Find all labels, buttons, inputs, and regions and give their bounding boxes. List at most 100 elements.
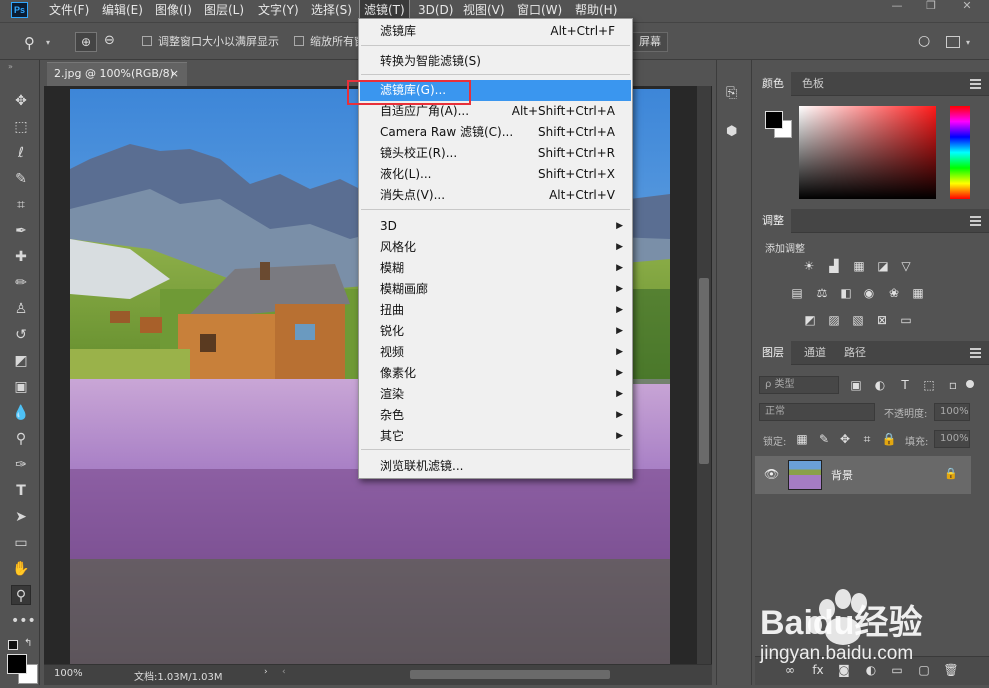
rectangle-tool-icon[interactable]: ▭ [11, 533, 31, 553]
filter-menu-item[interactable]: 3D ▶ [360, 216, 631, 237]
default-colors-icon[interactable] [8, 640, 18, 650]
history-panel-icon[interactable]: ⎘ [726, 85, 737, 101]
history-brush-icon[interactable]: ↺ [11, 325, 31, 345]
pen-tool-icon[interactable]: ✑ [11, 455, 31, 475]
tab-color[interactable]: 颜色 [755, 72, 791, 96]
hand-tool-icon[interactable]: ✋ [11, 559, 31, 579]
filter-smart-icon[interactable]: ▫ [945, 377, 961, 393]
filter-menu-item[interactable]: 模糊画廊 ▶ [360, 279, 631, 300]
menu-file[interactable]: 文件(F) [45, 0, 93, 20]
panel-menu-icon[interactable] [970, 79, 981, 89]
tab-layers[interactable]: 图层 [755, 341, 791, 365]
panel-menu-icon[interactable] [970, 348, 981, 358]
layer-row-background[interactable]: 👁 背景 🔒 [755, 456, 971, 494]
filter-menu-item[interactable]: Camera Raw 滤镜(C)... Shift+Ctrl+A [360, 122, 631, 143]
tab-adjustments[interactable]: 调整 [755, 209, 791, 233]
color-field[interactable] [799, 106, 936, 199]
tab-channels[interactable]: 通道 [797, 341, 833, 365]
tab-swatches[interactable]: 色板 [795, 72, 831, 96]
lock-paint-icon[interactable]: ✎ [816, 431, 832, 447]
lock-all-icon[interactable]: 🔒 [881, 431, 897, 447]
more-tools-icon[interactable]: ••• [11, 611, 36, 631]
zoom-out-icon[interactable]: ⊖ [104, 33, 115, 48]
selective-color-icon[interactable]: ⊠ [874, 312, 890, 328]
filter-toggle-icon[interactable] [966, 380, 974, 388]
brush-tool-icon[interactable]: ✏ [11, 273, 31, 293]
photo-filter-icon[interactable]: ◉ [861, 285, 877, 301]
lock-position-icon[interactable]: ✥ [837, 431, 853, 447]
lasso-tool-icon[interactable]: ℓ [11, 143, 31, 163]
zoom-tool-icon[interactable]: ⚲ [24, 34, 35, 52]
horizontal-scroll-thumb[interactable] [410, 670, 610, 679]
invert-icon[interactable]: ◩ [802, 312, 818, 328]
filter-adjustment-icon[interactable]: ◐ [872, 377, 888, 393]
menu-help[interactable]: 帮助(H) [571, 0, 621, 20]
filter-type-icon[interactable]: T [897, 377, 913, 393]
filter-menu-item[interactable]: 模糊 ▶ [360, 258, 631, 279]
filter-menu-item[interactable]: 其它 ▶ [360, 426, 631, 447]
zoom-tool-icon[interactable]: ⚲ [11, 585, 31, 605]
threshold-icon[interactable]: ▧ [850, 312, 866, 328]
lock-artboard-icon[interactable]: ⌗ [859, 431, 875, 447]
minimize-icon[interactable]: — [882, 0, 912, 14]
gradient-tool-icon[interactable]: ▣ [11, 377, 31, 397]
close-icon[interactable]: ✕ [952, 0, 982, 14]
menu-select[interactable]: 选择(S) [307, 0, 356, 20]
scrollbar-thumb[interactable] [699, 278, 709, 464]
menu-filter[interactable]: 滤镜(T) [359, 0, 410, 21]
workspace-chevron-icon[interactable]: ▾ [966, 38, 970, 47]
blend-mode-dropdown[interactable]: 正常 [759, 403, 875, 421]
fill-screen-button[interactable]: 屏幕 [632, 32, 668, 52]
opacity-input[interactable]: 100% [934, 403, 970, 421]
dodge-tool-icon[interactable]: ⚲ [11, 429, 31, 449]
stamp-tool-icon[interactable]: ♙ [11, 299, 31, 319]
swap-colors-icon[interactable]: ↰ [24, 638, 32, 649]
filter-menu-item[interactable]: 像素化 ▶ [360, 363, 631, 384]
zoom-level[interactable]: 100% [54, 668, 83, 679]
posterize-icon[interactable]: ▨ [826, 312, 842, 328]
filter-shape-icon[interactable]: ⬚ [921, 377, 937, 393]
filter-menu-item[interactable]: 扭曲 ▶ [360, 300, 631, 321]
resize-window-checkbox[interactable] [142, 36, 152, 46]
type-tool-icon[interactable]: T [11, 481, 31, 501]
menu-edit[interactable]: 编辑(E) [98, 0, 147, 20]
foreground-color-swatch[interactable] [7, 654, 27, 674]
visibility-eye-icon[interactable]: 👁 [764, 467, 779, 481]
vibrance-icon[interactable]: ▽ [898, 258, 914, 274]
menu-view[interactable]: 视图(V) [459, 0, 509, 20]
curves-icon[interactable]: ▦ [851, 258, 867, 274]
menu-3d[interactable]: 3D(D) [414, 0, 457, 20]
black-white-icon[interactable]: ◧ [838, 285, 854, 301]
layer-name[interactable]: 背景 [831, 467, 853, 483]
quick-select-tool-icon[interactable]: ✎ [11, 169, 31, 189]
filter-menu-item[interactable]: 液化(L)... Shift+Ctrl+X [360, 164, 631, 185]
filter-menu-item[interactable]: 视频 ▶ [360, 342, 631, 363]
filter-menu-item[interactable]: 锐化 ▶ [360, 321, 631, 342]
gradient-map-icon[interactable]: ▭ [898, 312, 914, 328]
marquee-tool-icon[interactable]: ⬚ [11, 117, 31, 137]
move-tool-icon[interactable]: ✥ [11, 91, 31, 111]
search-icon[interactable]: ○ [918, 33, 930, 49]
color-balance-icon[interactable]: ⚖ [814, 285, 830, 301]
menu-window[interactable]: 窗口(W) [513, 0, 566, 20]
filter-menu-item[interactable]: 浏览联机滤镜... [360, 456, 631, 477]
zoom-all-checkbox[interactable] [294, 36, 304, 46]
workspace-icon[interactable] [946, 36, 960, 48]
3d-panel-icon[interactable]: ⬢ [726, 124, 737, 139]
crop-tool-icon[interactable]: ⌗ [11, 195, 31, 215]
eraser-tool-icon[interactable]: ◩ [11, 351, 31, 371]
blur-tool-icon[interactable]: 💧 [11, 403, 31, 423]
layer-filter-dropdown[interactable]: ρ 类型 [759, 376, 839, 394]
brightness-icon[interactable]: ☀ [801, 258, 817, 274]
healing-brush-icon[interactable]: ✚ [11, 247, 31, 267]
menu-type[interactable]: 文字(Y) [254, 0, 303, 20]
fill-input[interactable]: 100% [934, 430, 970, 448]
lock-transparent-icon[interactable]: ▦ [794, 431, 810, 447]
filter-menu-item[interactable]: 杂色 ▶ [360, 405, 631, 426]
eyedropper-tool-icon[interactable]: ✒ [11, 221, 31, 241]
tab-paths[interactable]: 路径 [837, 341, 873, 365]
chevron-down-icon[interactable]: ▾ [46, 38, 50, 47]
scroll-left-icon[interactable]: ‹ [282, 667, 286, 677]
maximize-icon[interactable]: ❐ [916, 0, 946, 14]
status-menu-icon[interactable]: › [264, 667, 268, 677]
